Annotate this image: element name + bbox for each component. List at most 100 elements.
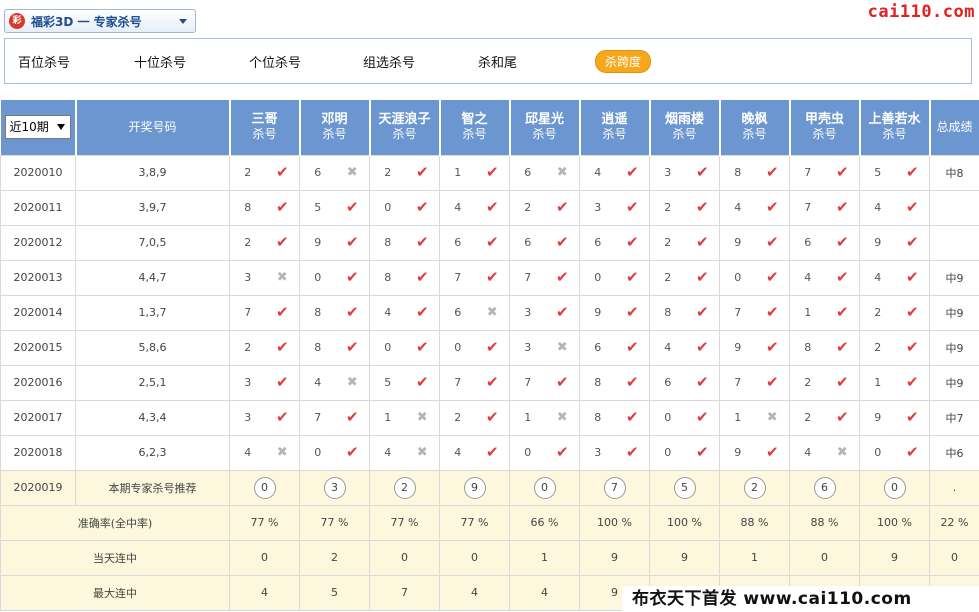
expert-pick-cell: 2 ✔ xyxy=(649,259,720,296)
check-icon: ✔ xyxy=(765,303,779,321)
recommend-cell: 9 xyxy=(439,469,510,506)
pick-wrapper: 4 ✔ xyxy=(860,200,929,215)
top-bar: 彩 福彩3D 一 专家杀号 cai110.com xyxy=(0,0,979,38)
tab-units-kill[interactable]: 个位杀号 xyxy=(249,52,301,71)
caret-down-icon xyxy=(56,124,65,131)
stat-value: 0 xyxy=(439,539,510,576)
expert-pick-cell: 4 ✖ xyxy=(299,364,370,401)
expert-pick-cell: 3 ✔ xyxy=(649,154,720,191)
check-icon: ✔ xyxy=(415,233,429,251)
check-icon: ✔ xyxy=(625,408,639,426)
issue-cell: 2020017 xyxy=(0,399,76,436)
expert-pick-cell: 8 ✔ xyxy=(369,224,440,261)
pick-wrapper: 3 ✔ xyxy=(580,200,649,215)
draw-number-cell: 4,3,4 xyxy=(75,399,230,436)
recommend-number-ball: 9 xyxy=(463,476,486,499)
expert-pick-cell: 2 ✔ xyxy=(859,329,930,366)
issue-cell: 2020018 xyxy=(0,434,76,471)
pick-wrapper: 1 ✔ xyxy=(790,305,859,320)
pick-number: 0 xyxy=(384,201,392,214)
pick-wrapper: 2 ✔ xyxy=(650,235,719,250)
expert-pick-cell: 0 ✔ xyxy=(579,259,650,296)
pick-number: 1 xyxy=(384,411,392,424)
tab-tens-kill[interactable]: 十位杀号 xyxy=(134,52,186,71)
pick-wrapper: 7 ✔ xyxy=(510,270,579,285)
cross-icon: ✖ xyxy=(346,165,358,180)
pick-wrapper: 6 ✔ xyxy=(440,235,509,250)
pick-wrapper: 3 ✖ xyxy=(510,340,579,355)
pick-wrapper: 3 ✔ xyxy=(230,375,299,390)
tab-span-kill[interactable]: 杀跨度 xyxy=(595,50,652,73)
check-icon: ✔ xyxy=(555,373,569,391)
expert-header: 烟雨楼 杀号 xyxy=(649,100,721,155)
expert-pick-cell: 0 ✔ xyxy=(509,434,580,471)
stat-value: 0 xyxy=(369,539,440,576)
expert-pick-cell: 3 ✔ xyxy=(229,364,300,401)
expert-pick-cell: 7 ✔ xyxy=(719,364,790,401)
stat-value: 4 xyxy=(509,574,580,611)
pick-number: 4 xyxy=(664,341,672,354)
pick-number: 8 xyxy=(384,236,392,249)
recommend-cell: 6 xyxy=(789,469,860,506)
check-icon: ✔ xyxy=(345,303,359,321)
site-logo[interactable]: cai110.com xyxy=(868,2,975,22)
chevron-down-icon xyxy=(179,19,187,24)
check-icon: ✔ xyxy=(695,443,709,461)
pick-wrapper: 9 ✔ xyxy=(860,410,929,425)
check-icon: ✔ xyxy=(275,373,289,391)
pick-number: 7 xyxy=(314,411,322,424)
expert-pick-cell: 9 ✔ xyxy=(719,224,790,261)
pick-wrapper: 8 ✔ xyxy=(300,340,369,355)
check-icon: ✔ xyxy=(765,268,779,286)
pick-wrapper: 0 ✔ xyxy=(300,445,369,460)
stat-total: 0 xyxy=(929,539,979,576)
expert-header: 智之 杀号 xyxy=(439,100,511,155)
pick-number: 5 xyxy=(384,376,392,389)
expert-pick-cell: 4 ✖ xyxy=(229,434,300,471)
pick-number: 0 xyxy=(454,341,462,354)
expert-pick-cell: 2 ✔ xyxy=(509,189,580,226)
stat-value: 4 xyxy=(229,574,300,611)
tab-sum-tail-kill[interactable]: 杀和尾 xyxy=(478,52,517,71)
period-select[interactable]: 近10期 xyxy=(4,115,71,140)
pick-wrapper: 4 ✔ xyxy=(580,165,649,180)
check-icon: ✔ xyxy=(275,303,289,321)
check-icon: ✔ xyxy=(485,443,499,461)
pick-number: 6 xyxy=(594,341,602,354)
stat-value: 2 xyxy=(299,539,370,576)
draw-number-cell: 6,2,3 xyxy=(75,434,230,471)
stat-value: 77 % xyxy=(229,504,300,541)
draw-number-cell: 3,9,7 xyxy=(75,189,230,226)
check-icon: ✔ xyxy=(415,268,429,286)
expert-pick-cell: 9 ✔ xyxy=(859,224,930,261)
stat-value: 0 xyxy=(789,539,860,576)
expert-pick-cell: 0 ✔ xyxy=(299,434,370,471)
table-header-row: 近10期 开奖号码 三哥 杀号 邓明 杀号 天涯浪子 杀号 智之 杀号 邱星光 杀号 逍遥… xyxy=(0,100,979,155)
recommend-number-ball: 0 xyxy=(253,476,276,499)
pick-number: 2 xyxy=(664,236,672,249)
pick-number: 8 xyxy=(804,341,812,354)
expert-pick-cell: 7 ✔ xyxy=(439,364,510,401)
pick-number: 4 xyxy=(384,446,392,459)
pick-wrapper: 4 ✔ xyxy=(440,445,509,460)
lottery-logo-icon: 彩 xyxy=(9,13,25,29)
tab-group-kill[interactable]: 组选杀号 xyxy=(363,52,415,71)
pick-number: 8 xyxy=(664,306,672,319)
pick-number: 1 xyxy=(524,411,532,424)
cross-icon: ✖ xyxy=(556,410,568,425)
expert-pick-cell: 6 ✔ xyxy=(649,364,720,401)
expert-pick-cell: 3 ✔ xyxy=(229,399,300,436)
pick-wrapper: 7 ✔ xyxy=(440,270,509,285)
issue-cell: 2020014 xyxy=(0,294,76,331)
expert-header: 上善若水 杀号 xyxy=(859,100,931,155)
pick-wrapper: 0 ✔ xyxy=(650,410,719,425)
recommend-number-ball: 3 xyxy=(323,476,346,499)
expert-pick-cell: 4 ✔ xyxy=(439,434,510,471)
check-icon: ✔ xyxy=(415,338,429,356)
pick-wrapper: 5 ✔ xyxy=(300,200,369,215)
pick-wrapper: 6 ✔ xyxy=(650,375,719,390)
pick-wrapper: 4 ✔ xyxy=(860,270,929,285)
expert-pick-cell: 1 ✖ xyxy=(719,399,790,436)
lottery-selector[interactable]: 彩 福彩3D 一 专家杀号 xyxy=(4,9,196,33)
tab-hundreds-kill[interactable]: 百位杀号 xyxy=(18,52,70,71)
